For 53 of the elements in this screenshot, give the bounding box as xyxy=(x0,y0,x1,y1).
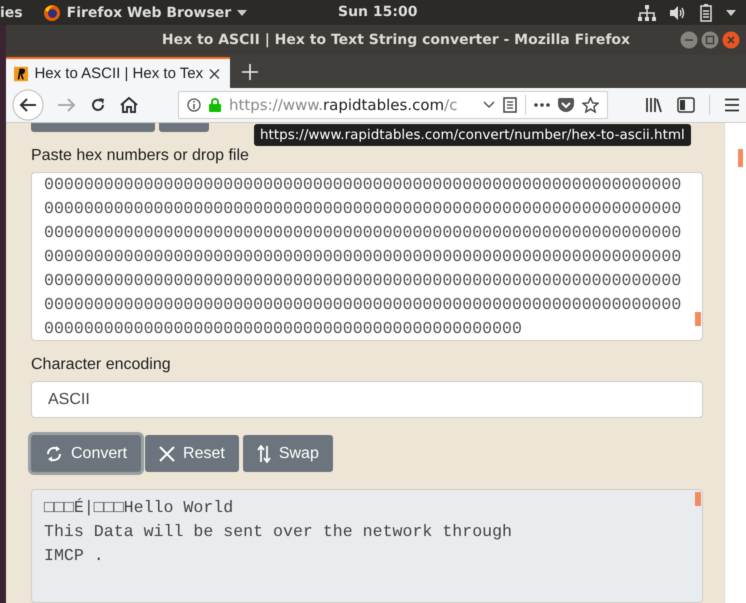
clock: Sun 15:00 xyxy=(338,4,418,20)
output-line: This Data will be sent over the network through xyxy=(44,521,512,543)
input-label: Paste hex numbers or drop file xyxy=(31,147,250,165)
reader-view-icon[interactable] xyxy=(503,97,517,113)
activities-menu[interactable]: ies xyxy=(0,4,23,20)
app-menu[interactable]: Firefox Web Browser xyxy=(42,4,248,22)
home-icon[interactable] xyxy=(120,97,138,113)
window-title: Hex to ASCII | Hex to Text String converter - Mozilla Firefox xyxy=(162,32,630,48)
site-logo-icon xyxy=(14,66,28,82)
x-icon xyxy=(159,446,176,462)
hex-line: 0000000000000000000000000000000000000000000000000000000000000000 xyxy=(44,294,682,316)
menu-icon[interactable] xyxy=(724,98,740,112)
hex-line: 0000000000000000000000000000000000000000000000000000000000000000 xyxy=(44,246,682,268)
output-line: IMCP . xyxy=(44,545,104,567)
reset-button[interactable]: Reset xyxy=(145,435,239,472)
caret-icon[interactable] xyxy=(726,10,736,16)
minimize-icon[interactable] xyxy=(680,31,698,49)
hex-line: 0000000000000000000000000000000000000000000000000000000000000000 xyxy=(44,270,682,292)
caret-icon xyxy=(237,10,248,16)
reload-icon[interactable] xyxy=(90,97,106,113)
pocket-icon[interactable] xyxy=(558,98,574,112)
address-bar[interactable]: https://www.rapidtables.com/c xyxy=(178,91,608,119)
swap-button[interactable]: Swap xyxy=(242,435,333,472)
text-output-field[interactable]: □□□É|□□□Hello World This Data will be sent over the network through IMCP . xyxy=(31,489,703,603)
chevron-down-icon[interactable] xyxy=(483,101,495,109)
battery-icon[interactable] xyxy=(700,4,712,22)
output-line: □□□É|□□□Hello World xyxy=(44,497,234,519)
browser-logo-icon xyxy=(42,4,61,22)
scrollbar-thumb[interactable] xyxy=(695,312,701,326)
lock-icon[interactable] xyxy=(209,98,221,112)
back-icon[interactable] xyxy=(12,89,44,121)
hex-line: 0000000000000000000000000000000000000000000000000000000000000000 xyxy=(44,198,682,220)
scrollbar-thumb[interactable] xyxy=(695,492,701,506)
encoding-label: Character encoding xyxy=(31,356,172,374)
more-icon[interactable] xyxy=(534,103,550,107)
convert-button[interactable]: Convert xyxy=(31,435,142,472)
library-icon[interactable] xyxy=(645,97,663,113)
maximize-icon[interactable] xyxy=(701,31,719,49)
encoding-select[interactable]: ASCII xyxy=(31,381,703,418)
new-tab-icon[interactable] xyxy=(242,64,258,80)
volume-icon[interactable] xyxy=(670,6,686,20)
sidebar-icon[interactable] xyxy=(677,97,695,113)
url-tooltip: https://www.rapidtables.com/convert/number/hex-to-ascii.html xyxy=(254,124,691,146)
star-icon[interactable] xyxy=(582,97,599,113)
hex-line: 0000000000000000000000000000000000000000000000000000000000000000 xyxy=(44,222,682,244)
hex-line: 0000000000000000000000000000000000000000000000000000000000000000 xyxy=(44,174,682,196)
network-icon[interactable] xyxy=(638,4,656,20)
info-icon[interactable] xyxy=(187,98,201,112)
hex-line: 000000000000000000000000000000000000000000000000 xyxy=(44,318,522,340)
swap-arrows-icon xyxy=(256,444,271,462)
close-icon[interactable] xyxy=(209,68,220,80)
browser-tab[interactable]: Hex to ASCII | Hex to Tex xyxy=(6,57,230,88)
refresh-icon xyxy=(45,444,63,462)
